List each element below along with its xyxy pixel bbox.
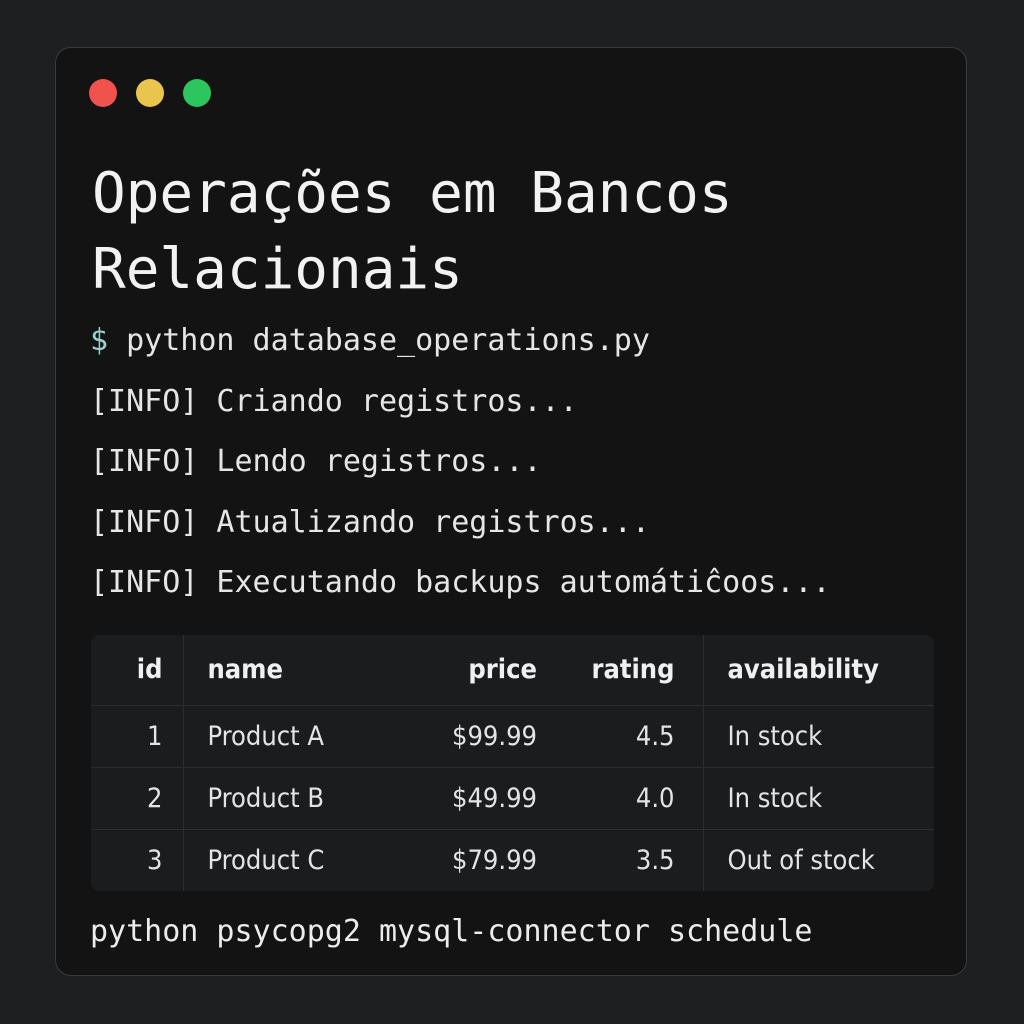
column-header-rating: rating [537, 635, 704, 705]
maximize-window-button[interactable] [183, 79, 211, 107]
cell-availability: In stock [703, 766, 934, 829]
cell-id: 3 [91, 828, 184, 891]
products-table: id name price rating availability 1 Prod… [91, 635, 934, 891]
cell-id: 2 [91, 766, 184, 829]
cell-price: $49.99 [369, 766, 537, 829]
cell-availability: In stock [703, 704, 934, 767]
cell-price: $99.99 [369, 704, 537, 767]
cell-price: $79.99 [369, 828, 537, 891]
column-header-name: name [207, 654, 283, 686]
log-line: [INFO] Criando registros... [90, 384, 578, 419]
command-text: python database_operations.py [126, 323, 650, 358]
command-line: $ python database_operations.py [90, 321, 650, 361]
cell-name: Product C [183, 828, 369, 891]
table-row: 3 Product C $79.99 3.5 Out of stock [91, 828, 934, 891]
cell-rating: 4.0 [537, 766, 704, 829]
log-line: [INFO] Lendo registros... [90, 444, 542, 479]
log-line: [INFO] Atualizando registros... [90, 505, 650, 540]
package-list: python psycopg2 mysql-connector schedule [90, 914, 813, 949]
cell-name: Product B [183, 766, 369, 829]
cell-rating: 4.5 [537, 704, 704, 767]
column-header-price: price [468, 654, 537, 686]
cell-availability: Out of stock [703, 828, 934, 891]
table-row: 1 Product A $99.99 4.5 In stock [91, 704, 934, 767]
minimize-window-button[interactable] [136, 79, 164, 107]
table-header-row: id name price rating availability [91, 635, 934, 705]
column-header-availability: availability [727, 654, 879, 686]
cell-id: 1 [91, 704, 184, 767]
prompt-symbol: $ [90, 323, 109, 358]
page-title: Operações em Bancos Relacionais [92, 161, 733, 302]
cell-rating: 3.5 [537, 828, 704, 891]
column-header-id: id [91, 635, 184, 705]
log-line: [INFO] Executando backups automátiĉoos..… [90, 565, 831, 600]
table-row: 2 Product B $49.99 4.0 In stock [91, 766, 934, 829]
cell-name: Product A [183, 704, 369, 767]
terminal-window: Operações em Bancos Relacionais $ python… [55, 47, 967, 976]
close-window-button[interactable] [89, 79, 117, 107]
